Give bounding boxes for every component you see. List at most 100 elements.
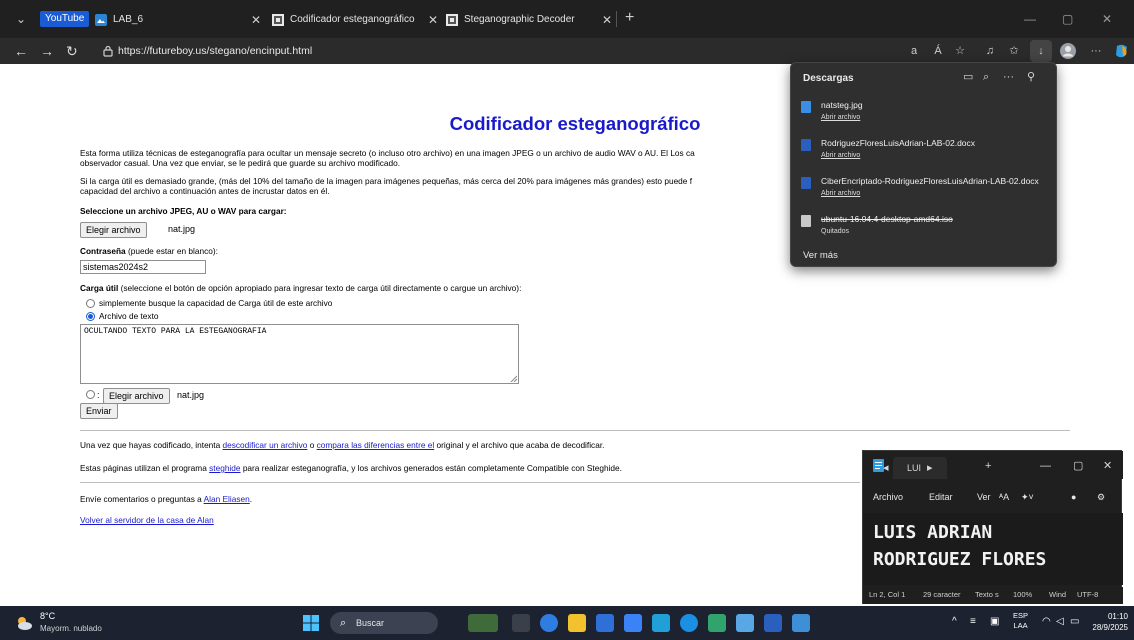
new-tab-plus-icon[interactable]: + — [625, 8, 634, 28]
show-hidden-icons[interactable]: ^ — [952, 614, 957, 630]
notepad-tab[interactable]: ◂ LUI ▸ — [883, 457, 947, 479]
new-tab-plus-icon[interactable]: + — [985, 459, 991, 473]
task-view-icon[interactable] — [512, 614, 530, 632]
capacity-radio[interactable] — [86, 299, 95, 308]
password-input[interactable]: sistemas2024s2 — [80, 260, 206, 274]
tab-steganographic-decoder[interactable]: Steganographic Decoder — [446, 6, 616, 34]
size-note-line-1: Si la carga útil es demasiado grande, (m… — [80, 176, 693, 186]
wifi-icon[interactable]: ◠ — [1042, 614, 1051, 630]
file-explorer-icon[interactable] — [568, 614, 586, 632]
minimize-icon[interactable]: — — [1024, 10, 1036, 28]
back-arrow-icon[interactable]: ← — [14, 42, 28, 60]
maximize-icon[interactable]: ▢ — [1062, 10, 1073, 28]
menu-archivo[interactable]: Archivo — [873, 490, 903, 504]
pin-icon[interactable]: ⚲ — [1027, 69, 1035, 85]
search-icon[interactable]: ⌕ — [983, 69, 989, 85]
decode-link[interactable]: descodificar un archivo — [223, 440, 308, 450]
app-icon[interactable] — [624, 614, 642, 632]
windows-start-icon[interactable] — [303, 615, 319, 631]
feedback-text: Envíe comentarios o preguntas a Alan Eli… — [80, 494, 252, 504]
resize-grip-icon[interactable] — [510, 375, 517, 382]
tab-codificador[interactable]: Codificador esteganográfico — [272, 6, 432, 34]
open-file-link[interactable]: Abrir archivo — [821, 113, 860, 123]
tray-app-icon-2[interactable]: ▣ — [990, 614, 999, 630]
notepad-menu-bar: Archivo Editar Ver ᴬA ✦˅ ● ⚙ — [863, 485, 1123, 509]
tab-youtube[interactable]: YouTube — [40, 11, 90, 27]
read-aloud-icon[interactable]: Á — [930, 42, 946, 60]
taskbar-search[interactable]: ⌕ Buscar — [330, 612, 438, 634]
close-window-icon[interactable]: ✕ — [1102, 10, 1112, 28]
settings-gear-icon[interactable]: ⚙ — [1097, 490, 1105, 504]
tray-app-icon[interactable]: ≡ — [970, 614, 976, 630]
alan-eliasen-link[interactable]: Alan Eliasen — [204, 494, 250, 504]
steghide-link[interactable]: steghide — [209, 463, 240, 473]
divider — [80, 430, 1070, 431]
profile-avatar-icon[interactable] — [1060, 43, 1076, 59]
favorite-star-icon[interactable]: ☆ — [952, 42, 968, 60]
compare-link[interactable]: compara las diferencias entre el — [317, 440, 435, 450]
word-icon[interactable] — [764, 614, 782, 632]
lang-top: ESP — [1013, 611, 1029, 620]
file-payload-radio[interactable] — [86, 390, 95, 399]
close-icon[interactable]: ✕ — [1103, 459, 1112, 473]
open-file-link[interactable]: Abrir archivo — [821, 189, 860, 199]
battery-icon[interactable]: ▭ — [1070, 614, 1079, 630]
font-size-icon[interactable]: ᴬA — [999, 490, 1009, 504]
home-server-link[interactable]: Volver al servidor de la casa de Alan — [80, 515, 214, 525]
tab-scroll-right-icon[interactable]: ▸ — [927, 461, 933, 475]
submit-button[interactable]: Enviar — [80, 403, 118, 419]
time: 01:10 — [1107, 612, 1128, 621]
clock[interactable]: 01:10 28/9/2025 — [1082, 611, 1128, 633]
notepad-window: ◂ LUI ▸ + — ▢ ✕ Archivo Editar Ver ᴬA ✦˅… — [862, 450, 1123, 604]
text-type: Texto s — [975, 590, 999, 599]
download-file-name: RodriguezFloresLuisAdrian-LAB-02.docx — [821, 138, 976, 148]
menu-editar[interactable]: Editar — [929, 490, 953, 504]
navigation-bar: ← → ↻ https://futureboy.us/stegano/encin… — [0, 38, 1134, 75]
notepad-taskbar-icon[interactable] — [736, 614, 754, 632]
app-icon-2[interactable] — [708, 614, 726, 632]
downloads-button[interactable]: ↓ — [1030, 40, 1052, 62]
divider — [80, 482, 860, 483]
widgets-icon[interactable] — [468, 614, 498, 632]
minimize-icon[interactable]: — — [1040, 459, 1051, 473]
payload-textarea[interactable]: OCULTANDO TEXTO PARA LA ESTEGANOGRAFIA — [80, 324, 519, 384]
stegano-site-icon — [446, 14, 458, 26]
download-item[interactable]: natsteg.jpg Abrir archivo — [801, 99, 1051, 131]
download-item[interactable]: ubuntu-16.04.4-desktop-amd64.iso Quitado… — [801, 213, 1051, 245]
download-item[interactable]: RodriguezFloresLuisAdrian-LAB-02.docx Ab… — [801, 137, 1051, 169]
teams-icon[interactable] — [652, 614, 670, 632]
encoding: UTF-8 — [1077, 590, 1099, 599]
more-menu-icon[interactable]: ··· — [1088, 42, 1104, 60]
notepad-editor[interactable]: LUIS ADRIAN RODRIGUEZ FLORES — [863, 513, 1123, 585]
language-indicator[interactable]: ESP LAA — [1013, 611, 1028, 631]
choose-payload-file-button[interactable]: Elegir archivo — [103, 388, 170, 404]
copilot-icon[interactable]: ✦˅ — [1021, 490, 1034, 504]
extensions-icon[interactable]: ♫ — [982, 42, 998, 60]
after-text-b: o — [307, 440, 317, 450]
open-folder-icon[interactable]: ▭ — [963, 69, 973, 85]
volume-icon[interactable]: ◁ — [1056, 614, 1064, 630]
download-item[interactable]: CiberEncriptado-RodriguezFloresLuisAdria… — [801, 175, 1051, 207]
more-options-icon[interactable]: ··· — [1003, 69, 1014, 85]
maximize-icon[interactable]: ▢ — [1073, 459, 1083, 473]
menu-ver[interactable]: Ver — [977, 490, 991, 504]
open-file-link[interactable]: Abrir archivo — [821, 151, 860, 161]
edge-icon[interactable] — [680, 614, 698, 632]
choose-file-button[interactable]: Elegir archivo — [80, 222, 147, 238]
photos-icon[interactable] — [792, 614, 810, 632]
text-payload-radio[interactable] — [86, 312, 95, 321]
tab-actions-chevron-icon[interactable]: ⌄ — [12, 10, 30, 28]
address-bar[interactable]: https://futureboy.us/stegano/encinput.ht… — [92, 41, 892, 61]
edge-browser-icon[interactable] — [540, 614, 558, 632]
tab-lab6[interactable]: LAB_6 — [95, 6, 265, 34]
account-icon[interactable]: ● — [1071, 490, 1076, 504]
image-file-icon — [801, 101, 811, 113]
refresh-icon[interactable]: ↻ — [66, 42, 78, 60]
tab-scroll-left-icon[interactable]: ◂ — [883, 461, 889, 475]
favorites-list-icon[interactable]: ✩ — [1006, 42, 1022, 60]
store-icon[interactable] — [596, 614, 614, 632]
see-more-link[interactable]: Ver más — [803, 249, 838, 263]
steghide-text-a: Estas páginas utilizan el programa — [80, 463, 210, 473]
forward-arrow-icon[interactable]: → — [40, 42, 54, 60]
copilot-icon[interactable] — [1114, 43, 1130, 59]
